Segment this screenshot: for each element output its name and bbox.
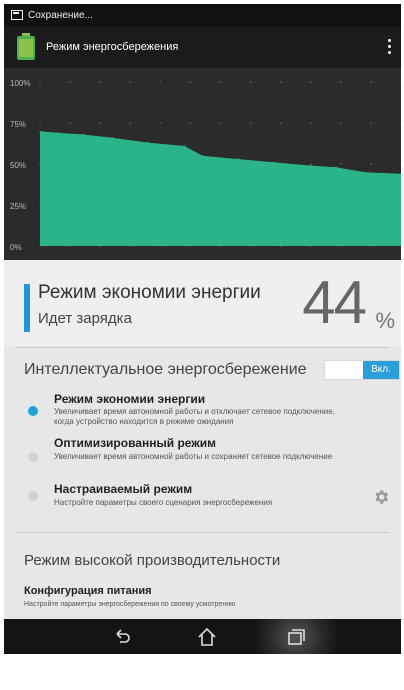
status-text: Сохранение...: [28, 9, 93, 21]
grid-dot: [340, 81, 342, 83]
battery-chart: 100% 75% 50% 25% 0%: [4, 68, 401, 260]
option-desc: Увеличивает время автономной работы и от…: [54, 407, 335, 426]
y-tick-label: 75%: [10, 120, 26, 129]
gear-icon[interactable]: [372, 488, 390, 506]
percent-sign: %: [375, 308, 395, 333]
battery-level-area: [40, 131, 401, 246]
app-bar: Режим энергосбережения: [4, 26, 401, 68]
divider: [16, 532, 389, 533]
grid-dot: [400, 163, 401, 165]
grid-dot: [189, 122, 192, 124]
y-tick-label: 25%: [10, 202, 26, 211]
grid-dot: [99, 81, 101, 83]
grid-dot: [39, 122, 41, 124]
battery-level-point: [201, 155, 204, 157]
recent-apps-icon[interactable]: [285, 626, 307, 648]
smart-saving-toggle[interactable]: Вкл.: [324, 360, 400, 380]
high-performance-title[interactable]: Режим высокой производительности: [24, 552, 280, 569]
power-config-desc: Настройте параметры энергосбережения по …: [24, 601, 236, 608]
option-radio-power-saving[interactable]: [28, 406, 38, 416]
grid-dot: [99, 122, 101, 124]
grid-dot: [370, 163, 372, 165]
device-screen: Сохранение... Режим энергосбережения 100…: [4, 4, 401, 654]
grid-dot: [129, 122, 132, 124]
grid-dot: [129, 81, 132, 83]
grid-dot: [340, 163, 342, 165]
grid-dot: [279, 122, 282, 124]
grid-dot: [159, 122, 162, 124]
option-desc: Настройте параметры своего сценария энер…: [54, 498, 273, 507]
battery-level-point: [57, 132, 59, 134]
y-tick-label: 50%: [10, 161, 26, 170]
grid-dot: [219, 122, 222, 124]
grid-dot: [370, 81, 372, 83]
option-desc: Увеличивает время автономной работы и со…: [54, 452, 333, 461]
battery-level-point: [364, 171, 366, 173]
battery-level-point: [39, 130, 41, 132]
navigation-bar: [4, 619, 401, 654]
overflow-menu-icon[interactable]: [388, 39, 392, 57]
smart-saving-title: Интеллектуальное энергосбережение: [24, 361, 307, 378]
grid-dot: [189, 81, 192, 83]
option-title: Настраиваемый режим: [54, 482, 193, 496]
battery-level-point: [183, 145, 185, 147]
battery-level-point: [111, 137, 113, 139]
battery-level-point: [147, 142, 149, 144]
grid-dot: [69, 122, 71, 124]
option-title: Режим экономии энергии: [54, 392, 206, 406]
option-radio-optimized[interactable]: [28, 452, 38, 462]
battery-level-point: [310, 165, 312, 167]
grid-dot: [69, 81, 71, 83]
grid-dot: [309, 163, 312, 165]
battery-app-icon: [17, 33, 35, 60]
save-notification-icon: [11, 10, 23, 20]
grid-dot: [219, 81, 222, 83]
charging-status: Идет зарядка: [38, 310, 132, 327]
home-icon[interactable]: [196, 626, 218, 648]
battery-level-point: [335, 166, 337, 168]
back-icon[interactable]: [111, 626, 133, 648]
battery-level-point: [82, 133, 84, 136]
battery-level-point: [237, 158, 240, 160]
grid-dot: [309, 81, 312, 83]
option-title: Оптимизированный режим: [54, 436, 217, 450]
status-bar: Сохранение...: [4, 4, 401, 26]
accent-bar: [24, 284, 30, 332]
option-radio-custom[interactable]: [28, 491, 38, 501]
grid-dot: [39, 81, 41, 83]
current-mode-label: Режим экономии энергии: [38, 282, 261, 303]
grid-dot: [249, 122, 252, 124]
toggle-on-label: Вкл.: [363, 361, 399, 379]
power-config-title[interactable]: Конфигурация питания: [24, 585, 152, 597]
battery-chart-svg: 100% 75% 50% 25% 0%: [10, 79, 401, 252]
grid-dot: [400, 81, 401, 83]
battery-summary: Режим экономии энергии Идет зарядка 44 %: [4, 260, 401, 346]
y-tick-label: 0%: [10, 243, 22, 252]
divider: [16, 347, 389, 348]
grid-dot: [370, 122, 372, 124]
battery-percent: 44: [302, 269, 367, 336]
grid-dot: [279, 81, 282, 83]
grid-dot: [249, 81, 252, 83]
y-tick-label: 100%: [10, 79, 30, 88]
grid-dot: [400, 122, 401, 124]
battery-level-point: [274, 161, 276, 163]
grid-dot: [340, 122, 342, 124]
page-title: Режим энергосбережения: [46, 41, 179, 53]
grid-dot: [309, 122, 312, 124]
grid-dot: [159, 81, 162, 83]
